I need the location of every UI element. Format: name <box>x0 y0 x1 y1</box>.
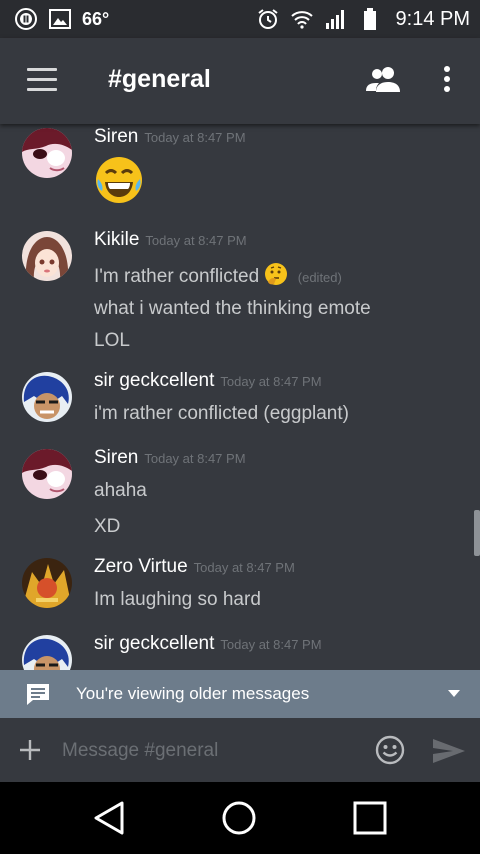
signal-icon <box>324 7 348 31</box>
image-icon <box>48 7 72 31</box>
avatar[interactable] <box>22 635 72 670</box>
avatar[interactable] <box>22 372 72 422</box>
thinking-emoji-icon <box>264 262 288 292</box>
message-text: ahaha <box>94 480 147 501</box>
message-author[interactable]: sir geckcellent Today at 8:47 PM <box>94 633 322 655</box>
edited-label: (edited) <box>297 270 342 286</box>
message-author[interactable]: Siren Today at 8:47 PM <box>94 447 246 469</box>
message-timestamp: Today at 8:47 PM <box>220 374 322 389</box>
message-list[interactable]: Siren Today at 8:47 PM Kikile Today at 8:4… <box>0 124 480 670</box>
message-text: i'm rather conflicted (eggplant) <box>94 403 349 424</box>
status-bar: 66° 9:14 PM <box>0 0 480 38</box>
chevron-down-icon[interactable] <box>448 690 460 697</box>
message-timestamp: Today at 8:47 PM <box>193 560 295 575</box>
message-timestamp: Today at 8:47 PM <box>144 451 246 466</box>
message-input[interactable] <box>60 736 354 766</box>
message-timestamp: Today at 8:47 PM <box>220 637 322 652</box>
avatar[interactable] <box>22 128 72 178</box>
message-text: what i wanted the thinking emote <box>94 298 371 319</box>
message-author[interactable]: Siren Today at 8:47 PM <box>94 126 246 148</box>
older-messages-text: You're viewing older messages <box>76 684 310 703</box>
system-nav-bar <box>0 782 480 854</box>
message-timestamp: Today at 8:47 PM <box>144 130 246 145</box>
alarm-icon <box>256 7 280 31</box>
menu-icon[interactable] <box>27 68 57 92</box>
chat-bubble-icon <box>25 682 51 706</box>
message-timestamp: Today at 8:47 PM <box>145 233 247 248</box>
temperature: 66° <box>82 8 110 29</box>
laughing-emoji-icon <box>94 155 144 210</box>
wifi-icon <box>290 7 314 31</box>
app-bar: #general <box>0 38 480 124</box>
message-author[interactable]: Zero Virtue Today at 8:47 PM <box>94 556 295 578</box>
pause-icon <box>14 7 38 31</box>
older-messages-banner[interactable]: You're viewing older messages <box>0 670 480 718</box>
message-author[interactable]: Kikile Today at 8:47 PM <box>94 229 247 251</box>
scrollbar-thumb[interactable] <box>474 510 480 556</box>
avatar[interactable] <box>22 558 72 608</box>
plus-icon[interactable] <box>18 738 42 762</box>
battery-icon <box>358 7 382 31</box>
clock: 9:14 PM <box>395 7 470 30</box>
message-composer <box>0 718 480 782</box>
back-icon[interactable] <box>93 800 125 836</box>
members-icon[interactable] <box>366 64 402 94</box>
message-text: I'm rather conflicted (edited) <box>94 262 342 292</box>
home-icon[interactable] <box>221 800 257 836</box>
avatar[interactable] <box>22 231 72 281</box>
avatar[interactable] <box>22 449 72 499</box>
more-vert-icon[interactable] <box>440 64 454 94</box>
emoji-picker-icon[interactable] <box>375 735 405 765</box>
message-text: XD <box>94 516 121 537</box>
send-icon[interactable] <box>432 737 466 765</box>
recent-apps-icon[interactable] <box>353 801 387 835</box>
message-author[interactable]: sir geckcellent Today at 8:47 PM <box>94 370 322 392</box>
message-text: LOL <box>94 330 130 351</box>
message-text: Im laughing so hard <box>94 589 261 610</box>
channel-title: #general <box>108 65 211 93</box>
